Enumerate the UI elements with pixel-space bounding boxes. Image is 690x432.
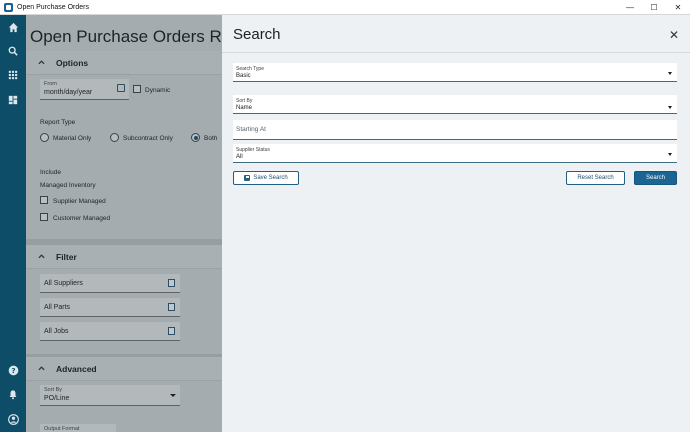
output-format-label: Output Format: [44, 426, 80, 432]
search-icon[interactable]: [5, 43, 21, 59]
save-search-label: Save Search: [253, 175, 288, 181]
save-icon: [244, 175, 251, 181]
radio-both-label: Both: [204, 135, 218, 142]
window-title: Open Purchase Orders: [17, 3, 89, 11]
all-parts-text: All Parts: [44, 304, 71, 311]
all-jobs-field[interactable]: All Jobs: [40, 322, 180, 341]
sort-by-value: PO/Line: [44, 395, 70, 402]
report-page: Open Purchase Orders Repo Options From m…: [26, 15, 222, 432]
supplier-managed-label: Supplier Managed: [53, 198, 106, 205]
all-jobs-text: All Jobs: [44, 328, 69, 335]
filter-section-header[interactable]: Filter: [26, 245, 222, 269]
search-type-label: Search Type: [236, 66, 264, 72]
managed-inventory-label: Managed Inventory: [40, 182, 96, 189]
include-label: Include: [40, 169, 61, 176]
page-title: Open Purchase Orders Repo: [30, 27, 222, 46]
report-type-label: Report Type: [40, 119, 76, 126]
dashboard-icon[interactable]: [5, 92, 21, 108]
radio-subcontract-only-label: Subcontract Only: [123, 135, 173, 142]
help-icon[interactable]: ?: [5, 362, 21, 378]
search-type-dropdown[interactable]: Search Type Basic: [233, 63, 677, 82]
starting-at-input[interactable]: Starting At: [233, 120, 677, 140]
from-date-field[interactable]: From month/day/year: [40, 79, 129, 100]
app-icon: [4, 2, 13, 12]
starting-at-placeholder: Starting At: [236, 126, 266, 133]
chevron-down-icon: [668, 106, 672, 109]
maximize-button[interactable]: ☐: [642, 0, 666, 15]
navigation-rail: ?: [0, 15, 26, 432]
reset-search-button[interactable]: Reset Search: [566, 171, 625, 185]
customer-managed-checkbox[interactable]: [40, 213, 48, 221]
filter-section-body: All Suppliers All Parts All Jobs: [26, 270, 222, 354]
lookup-icon[interactable]: [168, 327, 175, 335]
supplier-status-dropdown[interactable]: Supplier Status All: [233, 144, 677, 163]
search-panel-header: Search ✕: [222, 15, 690, 53]
reset-search-label: Reset Search: [577, 175, 614, 181]
supplier-status-label: Supplier Status: [236, 147, 270, 153]
radio-subcontract-only[interactable]: [110, 133, 119, 142]
chevron-up-icon: [38, 58, 50, 67]
chevron-down-icon: [668, 72, 672, 75]
close-icon[interactable]: ✕: [669, 29, 679, 41]
chevron-up-icon: [38, 252, 50, 261]
home-icon[interactable]: [5, 19, 21, 35]
options-section-title: Options: [56, 57, 89, 68]
radio-both[interactable]: [191, 133, 200, 142]
sort-by-dropdown[interactable]: Sort By Name: [233, 95, 677, 114]
search-type-value: Basic: [236, 73, 251, 79]
minimize-button[interactable]: —: [618, 0, 642, 15]
search-panel-title: Search: [233, 26, 281, 43]
chevron-down-icon: [668, 153, 672, 156]
from-date-label: From: [44, 81, 57, 87]
customer-managed-label: Customer Managed: [53, 215, 111, 222]
filter-section-title: Filter: [56, 251, 77, 262]
window-title-bar: Open Purchase Orders — ☐ ✕: [0, 0, 690, 15]
dynamic-checkbox[interactable]: [133, 85, 141, 93]
chevron-down-icon: [170, 394, 176, 397]
save-search-button[interactable]: Save Search: [233, 171, 299, 185]
sort-by-label: Sort By: [44, 387, 63, 393]
search-button[interactable]: Search: [634, 171, 677, 185]
advanced-section-body: Sort By PO/Line Output Format: [26, 382, 222, 432]
notifications-icon[interactable]: [5, 386, 21, 402]
lookup-icon[interactable]: [168, 279, 175, 287]
sort-by-value: Name: [236, 105, 253, 111]
sort-by-label: Sort By: [236, 98, 253, 104]
supplier-status-value: All: [236, 154, 243, 160]
sort-by-dropdown[interactable]: Sort By PO/Line: [40, 385, 180, 406]
from-date-value: month/day/year: [44, 89, 93, 96]
output-format-field[interactable]: Output Format: [40, 424, 116, 432]
radio-material-only[interactable]: [40, 133, 49, 142]
search-button-label: Search: [645, 175, 665, 181]
lookup-icon[interactable]: [168, 303, 175, 311]
advanced-section-header[interactable]: Advanced: [26, 357, 222, 381]
radio-material-only-label: Material Only: [53, 135, 92, 142]
search-panel: Search ✕ Search Type Basic Sort By Name …: [222, 15, 690, 432]
options-section-header[interactable]: Options: [26, 51, 222, 75]
close-window-button[interactable]: ✕: [666, 0, 690, 15]
svg-text:?: ?: [11, 366, 15, 375]
chevron-up-icon: [38, 364, 50, 373]
window-controls: — ☐ ✕: [618, 0, 690, 15]
advanced-section-title: Advanced: [56, 363, 97, 374]
dynamic-label: Dynamic: [145, 87, 171, 94]
account-icon[interactable]: [5, 411, 21, 427]
options-section-body: From month/day/year Dynamic Report Type …: [26, 76, 222, 239]
all-suppliers-field[interactable]: All Suppliers: [40, 274, 180, 293]
apps-grid-icon[interactable]: [5, 67, 21, 83]
supplier-managed-checkbox[interactable]: [40, 196, 48, 204]
all-suppliers-text: All Suppliers: [44, 280, 83, 287]
calendar-icon[interactable]: [117, 84, 125, 92]
all-parts-field[interactable]: All Parts: [40, 298, 180, 317]
